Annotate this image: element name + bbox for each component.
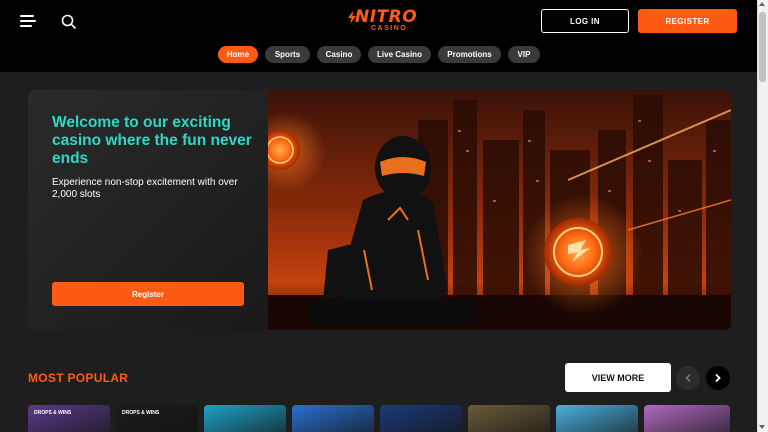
hero-text-panel: Welcome to our exciting casino where the… bbox=[28, 90, 268, 330]
tile-badge: DROPS & WINS bbox=[122, 410, 160, 416]
nav-item-sports[interactable]: Sports bbox=[265, 46, 310, 63]
site-header: NITRO CASINO LOG IN REGISTER Home Sports… bbox=[0, 0, 757, 72]
hero-illustration bbox=[268, 90, 731, 330]
game-tile[interactable] bbox=[556, 405, 638, 432]
carousel-next-button[interactable] bbox=[706, 366, 730, 390]
hero-register-button[interactable]: Register bbox=[52, 282, 244, 306]
game-tile[interactable]: DROPS & WINS bbox=[28, 405, 110, 432]
tile-badge: DROPS & WINS bbox=[34, 410, 72, 416]
game-tile[interactable] bbox=[292, 405, 374, 432]
most-popular-heading: MOST POPULAR bbox=[28, 371, 129, 385]
login-button[interactable]: LOG IN bbox=[541, 9, 629, 33]
game-tile[interactable] bbox=[204, 405, 286, 432]
logo-text: NITRO bbox=[355, 7, 418, 27]
hamburger-menu-icon[interactable] bbox=[20, 14, 36, 28]
nav-item-home[interactable]: Home bbox=[218, 46, 258, 63]
nitro-casino-logo[interactable]: NITRO CASINO bbox=[345, 8, 417, 34]
nav-item-vip[interactable]: VIP bbox=[508, 46, 540, 63]
scrollbar-thumb[interactable] bbox=[759, 12, 766, 82]
nav-item-promotions[interactable]: Promotions bbox=[438, 46, 501, 63]
nav-item-live-casino[interactable]: Live Casino bbox=[368, 46, 431, 63]
scroll-up-arrow-icon[interactable] bbox=[759, 2, 765, 6]
hero-banner: Welcome to our exciting casino where the… bbox=[28, 90, 731, 330]
scroll-down-arrow-icon[interactable] bbox=[759, 425, 765, 429]
header-register-button[interactable]: REGISTER bbox=[638, 9, 737, 33]
chevron-left-icon bbox=[685, 374, 691, 382]
carousel-prev-button[interactable] bbox=[676, 366, 700, 390]
view-more-button[interactable]: VIEW MORE bbox=[565, 363, 671, 392]
chevron-right-icon bbox=[715, 374, 721, 382]
search-icon[interactable] bbox=[60, 13, 78, 31]
game-tile[interactable] bbox=[468, 405, 550, 432]
game-tile[interactable]: DROPS & WINS bbox=[116, 405, 198, 432]
hero-subtitle: Experience non-stop excitement with over… bbox=[52, 177, 238, 200]
hero-title: Welcome to our exciting casino where the… bbox=[52, 114, 252, 167]
game-tile[interactable] bbox=[644, 405, 730, 432]
logo-subtext: CASINO bbox=[371, 25, 408, 32]
main-nav: Home Sports Casino Live Casino Promotion… bbox=[0, 46, 757, 64]
game-tile[interactable] bbox=[380, 405, 462, 432]
nav-item-casino[interactable]: Casino bbox=[317, 46, 361, 63]
